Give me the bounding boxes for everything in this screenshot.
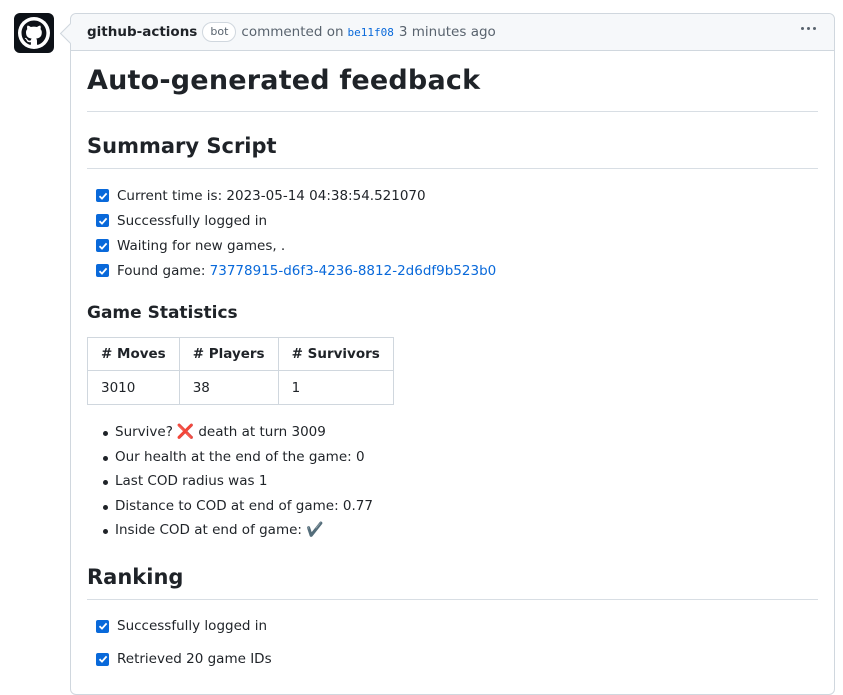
checked-checkbox-icon[interactable]	[96, 214, 109, 227]
table-cell-players: 38	[178, 370, 279, 405]
task-text: Found game:	[117, 262, 210, 279]
checked-checkbox-icon[interactable]	[96, 189, 109, 202]
checked-checkbox-icon[interactable]	[96, 619, 109, 633]
game-id-link[interactable]: 73778915-d6f3-4236-8812-2d6df9b523b0	[210, 263, 497, 279]
task-item-waiting: Waiting for new games, .	[87, 233, 818, 258]
checked-checkbox-icon[interactable]	[96, 264, 109, 277]
comment-body: Auto-generated feedback Summary Script C…	[71, 51, 834, 672]
task-text: Successfully logged in	[117, 618, 268, 634]
bot-badge: bot	[202, 22, 237, 42]
author-link[interactable]: github-actions	[87, 24, 197, 40]
more-options-icon[interactable]	[801, 27, 816, 30]
table-cell-moves: 3010	[87, 370, 180, 405]
comment-header: github-actions bot commented on be11f08 …	[71, 14, 834, 51]
list-item-survive: Survive? ❌ death at turn 3009	[87, 420, 818, 445]
task-text: Waiting for new games, .	[117, 237, 286, 254]
task-item-logged-in: Successfully logged in	[87, 208, 818, 233]
github-logo-icon	[18, 17, 50, 49]
task-item-found-game: Found game: 73778915-d6f3-4236-8812-2d6d…	[87, 258, 818, 283]
github-avatar[interactable]	[14, 13, 54, 53]
comment-timestamp[interactable]: 3 minutes ago	[399, 24, 496, 40]
checked-checkbox-icon[interactable]	[96, 652, 109, 666]
list-item-cod-radius: Last COD radius was 1	[87, 469, 818, 494]
task-text: Successfully logged in	[117, 212, 268, 229]
task-item-ranking-logged-in: Successfully logged in	[87, 614, 818, 639]
table-cell-survivors: 1	[277, 370, 394, 405]
game-facts-list: Survive? ❌ death at turn 3009 Our health…	[87, 420, 818, 543]
game-statistics-table: # Moves # Players # Survivors 3010 38 1	[87, 337, 394, 405]
summary-heading: Summary Script	[87, 134, 818, 169]
task-text: Current time is: 2023-05-14 04:38:54.521…	[117, 187, 426, 204]
table-header-players: # Players	[178, 337, 279, 371]
commented-on-text: commented on	[241, 24, 344, 40]
table-row: 3010 38 1	[87, 370, 394, 405]
red-cross-icon: ❌	[176, 424, 195, 441]
list-item-cod-distance: Distance to COD at end of game: 0.77	[87, 494, 818, 519]
check-mark-icon: ✔️	[305, 522, 324, 539]
list-item-health: Our health at the end of the game: 0	[87, 445, 818, 470]
checked-checkbox-icon[interactable]	[96, 239, 109, 252]
task-item-current-time: Current time is: 2023-05-14 04:38:54.521…	[87, 183, 818, 208]
comment-box: github-actions bot commented on be11f08 …	[70, 13, 835, 695]
task-text: Retrieved 20 game IDs	[117, 651, 272, 667]
table-header-moves: # Moves	[87, 337, 180, 371]
game-statistics-heading: Game Statistics	[87, 303, 238, 323]
ranking-heading: Ranking	[87, 565, 818, 600]
list-item-inside-cod: Inside COD at end of game: ✔️	[87, 518, 818, 543]
commit-sha-link[interactable]: be11f08	[348, 26, 394, 39]
page-title: Auto-generated feedback	[87, 51, 818, 112]
table-header-survivors: # Survivors	[277, 337, 394, 371]
